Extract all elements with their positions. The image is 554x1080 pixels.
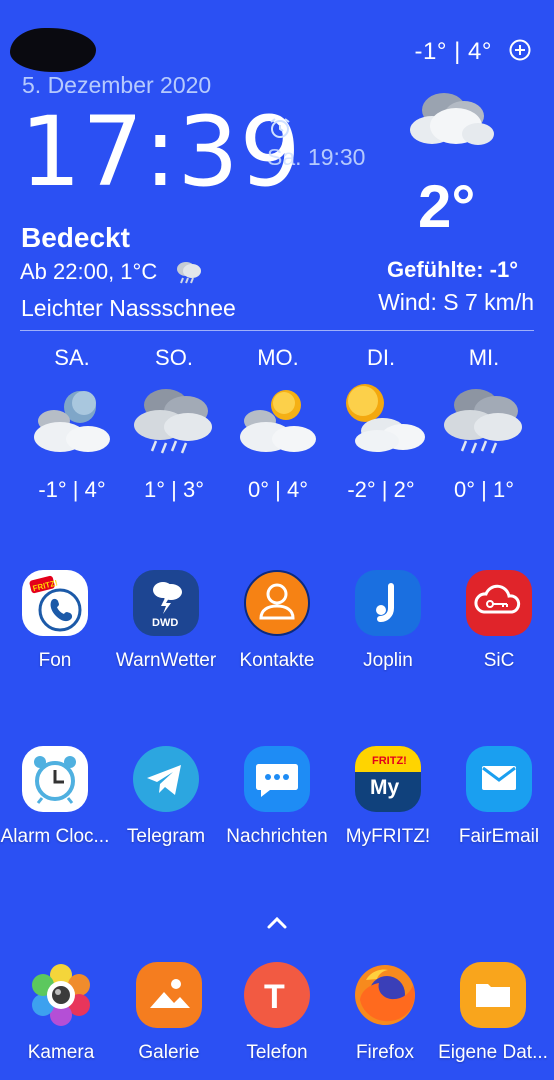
dwd-text: DWD <box>152 617 178 629</box>
folder-icon <box>460 962 526 1028</box>
app-fon[interactable]: FRITZ! Fon <box>0 570 110 672</box>
phone-letter: T <box>264 978 285 1016</box>
date-label[interactable]: 5. Dezember 2020 <box>22 72 211 99</box>
next-alarm-time[interactable]: Sa. 19:30 <box>267 144 365 171</box>
app-warnwetter[interactable]: DWD WarnWetter <box>111 570 221 672</box>
app-alarm-clock[interactable]: Alarm Cloc... <box>0 746 110 848</box>
app-label: Firefox <box>355 1042 415 1063</box>
dock-galerie[interactable]: Galerie <box>114 962 224 1064</box>
messages-icon <box>244 746 310 812</box>
dock-eigene-dateien[interactable]: Eigene Dat... <box>438 962 548 1064</box>
myfritz-icon: FRITZ! My <box>355 746 421 812</box>
alarm-clock-icon <box>22 746 88 812</box>
precipitation-label: Leichter Nassschnee <box>21 295 236 321</box>
dock-firefox[interactable]: Firefox <box>330 962 440 1064</box>
cloud-icon <box>410 93 494 145</box>
widget-divider <box>20 330 534 331</box>
app-label: Galerie <box>138 1042 200 1063</box>
app-joplin[interactable]: Joplin <box>333 570 443 672</box>
forecast-day[interactable]: MO. 0° | 4° <box>226 345 330 503</box>
app-label: SiC <box>483 650 515 671</box>
redacted-area <box>10 28 96 72</box>
app-label: Fon <box>38 650 72 671</box>
app-label: Joplin <box>363 650 413 671</box>
contacts-icon <box>244 570 310 636</box>
forecast-day-name: SA. <box>54 345 90 370</box>
forecast-day[interactable]: MI. 0° | 1° <box>432 345 536 503</box>
app-nachrichten[interactable]: Nachrichten <box>222 746 332 848</box>
dock-kamera[interactable]: Kamera <box>6 962 116 1064</box>
telegram-icon <box>133 746 199 812</box>
firefox-icon <box>352 962 418 1028</box>
forecast-temp-range: 0° | 1° <box>453 477 514 502</box>
app-label: Eigene Dat... <box>438 1042 548 1063</box>
app-sic[interactable]: SiC <box>444 570 554 672</box>
app-telegram[interactable]: Telegram <box>111 746 221 848</box>
night-cloudy-icon <box>34 391 110 452</box>
next-forecast: Ab 22:00, 1°C <box>20 259 158 284</box>
forecast-day-name: SO. <box>155 345 193 370</box>
add-location-icon[interactable] <box>508 38 532 62</box>
app-label: FairEmail <box>458 826 540 847</box>
feels-like-label: Gefühlte: -1° <box>386 257 518 282</box>
app-label: Kamera <box>27 1042 95 1063</box>
forecast-day-name: DI. <box>366 345 396 370</box>
partly-sunny-icon <box>240 390 316 452</box>
dwd-warnwetter-icon: DWD <box>133 570 199 636</box>
sun-cloud-icon <box>346 384 425 452</box>
dock-telefon[interactable]: T Telefon <box>222 962 332 1064</box>
forecast-day[interactable]: SO. 1° | 3° <box>122 345 226 503</box>
app-label: Nachrichten <box>226 826 328 847</box>
app-label: Telefon <box>246 1042 308 1063</box>
forecast-day-name: MO. <box>257 345 299 370</box>
rain-cloud-icon <box>444 389 522 454</box>
my-text: My <box>370 776 399 799</box>
chevron-up-icon[interactable] <box>266 916 288 930</box>
rain-cloud-icon <box>134 389 212 454</box>
forecast-day[interactable]: DI. -2° | 2° <box>329 345 433 503</box>
camera-icon <box>28 962 94 1028</box>
app-label: Kontakte <box>239 650 315 671</box>
fritz-fon-icon: FRITZ! <box>22 570 88 636</box>
app-label: Telegram <box>126 826 206 847</box>
app-label: WarnWetter <box>115 650 217 671</box>
forecast-temp-range: -1° | 4° <box>38 477 106 502</box>
forecast-day-name: MI. <box>468 345 500 370</box>
forecast-day[interactable]: SA. -1° | 4° <box>20 345 124 503</box>
app-kontakte[interactable]: Kontakte <box>222 570 332 672</box>
joplin-icon <box>355 570 421 636</box>
wind-label: Wind: S 7 km/h <box>378 289 534 315</box>
current-temperature[interactable]: 2° <box>418 172 475 241</box>
app-myfritz[interactable]: FRITZ! My MyFRITZ! <box>333 746 443 848</box>
fritz-logo-text: FRITZ! <box>372 755 407 767</box>
app-fairemail[interactable]: FairEmail <box>444 746 554 848</box>
clock-time[interactable]: 17:39 <box>20 99 302 206</box>
email-icon <box>466 746 532 812</box>
app-label: Alarm Cloc... <box>0 826 110 847</box>
alarm-icon <box>270 118 290 138</box>
sic-cloud-key-icon <box>466 570 532 636</box>
weather-condition: Bedeckt <box>21 222 130 253</box>
forecast-temp-range: 0° | 4° <box>247 477 308 502</box>
forecast-temp-range: 1° | 3° <box>143 477 204 502</box>
app-label: MyFRITZ! <box>345 826 431 847</box>
widget-minmax-temp: -1° | 4° <box>414 38 492 65</box>
gallery-icon <box>136 962 202 1028</box>
forecast-temp-range: -2° | 2° <box>347 477 415 502</box>
phone-icon: T <box>244 962 310 1028</box>
sleet-icon <box>177 262 201 284</box>
